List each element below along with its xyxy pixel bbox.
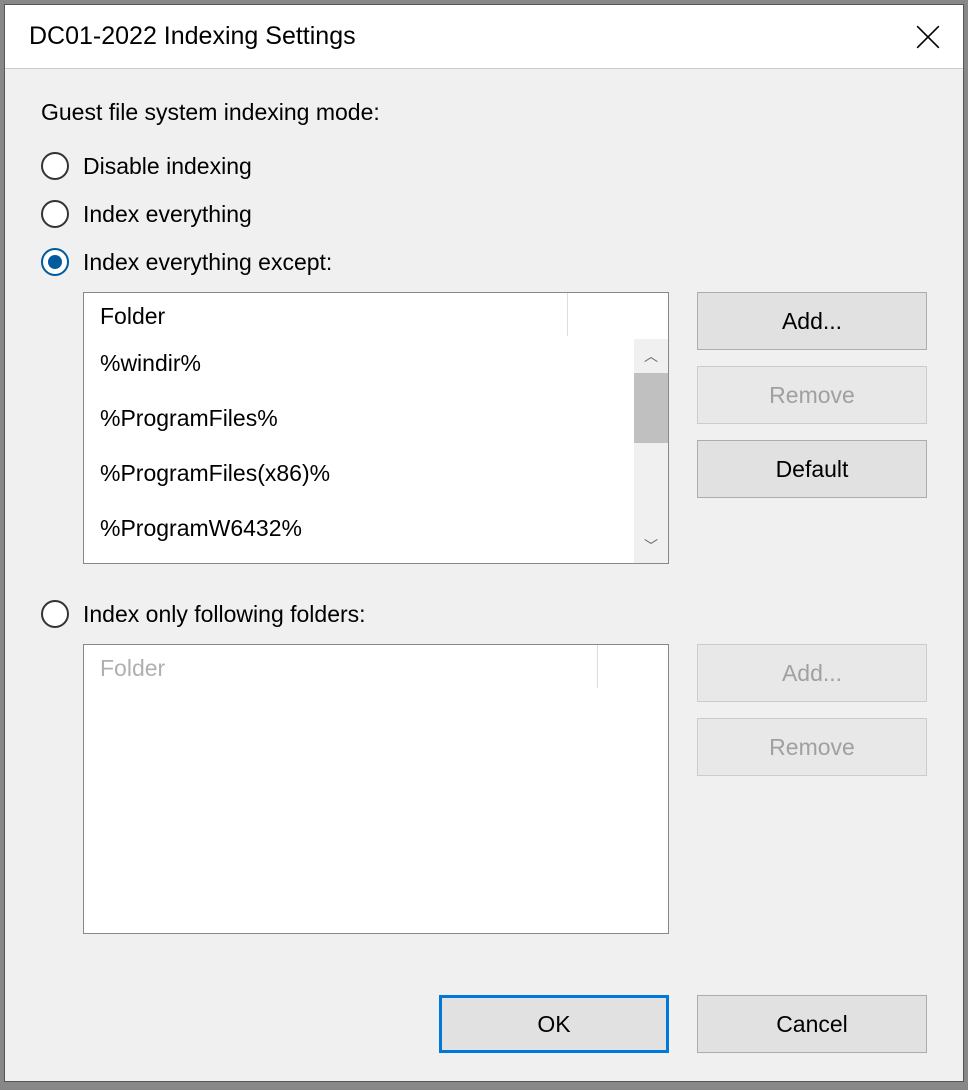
column-header-folder[interactable]: Folder bbox=[84, 293, 568, 336]
column-header-folder: Folder bbox=[84, 645, 598, 688]
except-folders-listbox[interactable]: Folder %windir% %ProgramFiles% %ProgramF… bbox=[83, 292, 669, 564]
dialog-title: DC01-2022 Indexing Settings bbox=[29, 22, 356, 51]
scroll-thumb[interactable] bbox=[634, 373, 668, 443]
except-section: Folder %windir% %ProgramFiles% %ProgramF… bbox=[41, 292, 927, 564]
radio-icon bbox=[41, 600, 69, 628]
only-section: Folder Add... Remove bbox=[41, 644, 927, 934]
scroll-up-icon[interactable]: ︿ bbox=[634, 339, 668, 373]
list-item[interactable]: %ProgramFiles% bbox=[84, 391, 634, 446]
only-buttons: Add... Remove bbox=[697, 644, 927, 776]
radio-label: Index everything bbox=[83, 201, 252, 228]
group-label: Guest file system indexing mode: bbox=[41, 99, 927, 126]
only-add-button: Add... bbox=[697, 644, 927, 702]
list-item[interactable]: %ProgramFiles(x86)% bbox=[84, 446, 634, 501]
dialog-content: Guest file system indexing mode: Disable… bbox=[5, 69, 963, 975]
list-item[interactable]: %windir% bbox=[84, 336, 634, 391]
dialog-footer: OK Cancel bbox=[5, 975, 963, 1081]
radio-label: Index everything except: bbox=[83, 249, 332, 276]
radio-index-everything[interactable]: Index everything bbox=[41, 200, 927, 228]
scroll-down-icon[interactable]: ﹀ bbox=[634, 529, 668, 563]
titlebar: DC01-2022 Indexing Settings bbox=[5, 5, 963, 69]
radio-index-except[interactable]: Index everything except: bbox=[41, 248, 927, 276]
indexing-settings-dialog: DC01-2022 Indexing Settings Guest file s… bbox=[4, 4, 964, 1082]
cancel-button[interactable]: Cancel bbox=[697, 995, 927, 1053]
except-default-button[interactable]: Default bbox=[697, 440, 927, 498]
close-icon bbox=[915, 24, 941, 50]
radio-label: Index only following folders: bbox=[83, 601, 366, 628]
radio-label: Disable indexing bbox=[83, 153, 252, 180]
list-item[interactable]: %ProgramW6432% bbox=[84, 501, 634, 556]
except-buttons: Add... Remove Default bbox=[697, 292, 927, 498]
radio-icon bbox=[41, 200, 69, 228]
radio-icon bbox=[41, 152, 69, 180]
ok-button[interactable]: OK bbox=[439, 995, 669, 1053]
scrollbar[interactable]: ︿ ﹀ bbox=[634, 339, 668, 563]
only-folders-listbox: Folder bbox=[83, 644, 669, 934]
radio-disable-indexing[interactable]: Disable indexing bbox=[41, 152, 927, 180]
radio-icon bbox=[41, 248, 69, 276]
radio-index-only[interactable]: Index only following folders: bbox=[41, 600, 927, 628]
except-add-button[interactable]: Add... bbox=[697, 292, 927, 350]
only-remove-button: Remove bbox=[697, 718, 927, 776]
close-button[interactable] bbox=[893, 5, 963, 69]
except-remove-button: Remove bbox=[697, 366, 927, 424]
